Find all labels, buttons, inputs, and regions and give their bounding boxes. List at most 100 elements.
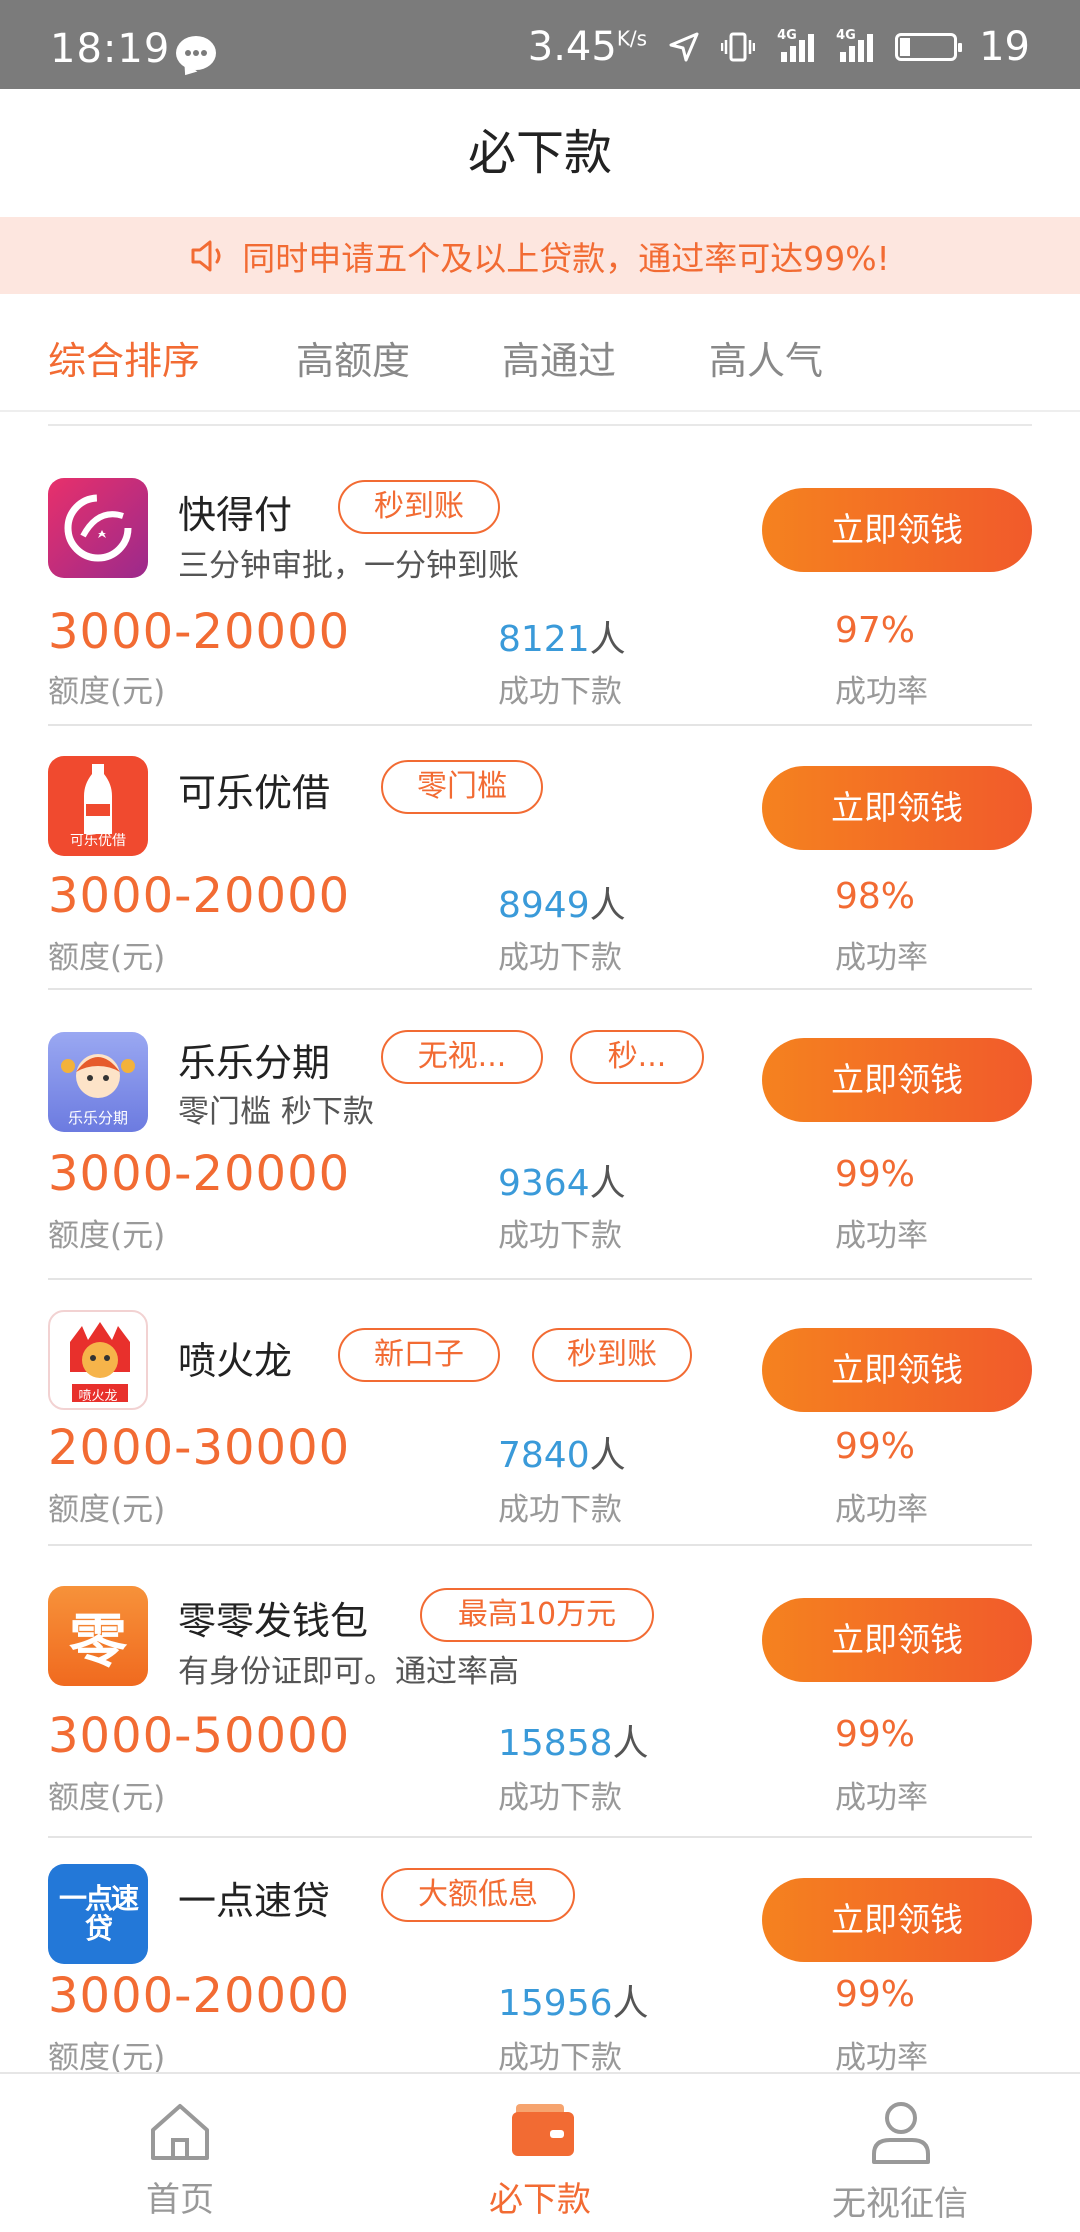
product-name: 零零发钱包 [178,1599,369,1643]
nav-home-label: 首页 [146,2180,214,2220]
location-arrow-icon [669,32,699,62]
count-label: 成功下款 [498,674,622,710]
product-description: 有身份证即可。通过率高 [178,1654,519,1690]
kele-youjie-logo: 可乐优借 [48,756,148,856]
count-label: 成功下款 [498,1218,622,1254]
get-money-button[interactable]: 立即领钱 [762,488,1032,572]
product-tag: 秒到账 [338,480,500,534]
amount-label: 额度(元) [48,1780,166,1816]
get-money-button[interactable]: 立即领钱 [762,1328,1032,1412]
loan-amount: 3000-20000 [48,868,351,924]
count-label: 成功下款 [498,1780,622,1816]
penhuolong-logo: 喷火龙 [48,1310,148,1410]
product-card[interactable]: 可乐优借 可乐优借 零门槛 立即领钱 3000-20000 额度(元) 8949… [48,726,1032,990]
chat-notification-icon [176,36,216,70]
vibrate-icon [721,32,756,62]
product-name: 乐乐分期 [178,1041,331,1085]
product-description: 零门槛 秒下款 [178,1094,374,1130]
product-description: 三分钟审批，一分钟到账 [178,548,519,584]
rate-label: 成功率 [835,940,928,976]
product-name: 喷火龙 [178,1339,293,1383]
loan-amount: 3000-20000 [48,604,351,660]
success-count: 15858人 [498,1723,649,1764]
product-card[interactable]: 零 零零发钱包 最高10万元 有身份证即可。通过率高 立即领钱 3000-500… [48,1546,1032,1838]
loan-amount: 3000-50000 [48,1708,351,1764]
lele-fenqi-logo: 乐乐分期 [48,1032,148,1132]
tab-high-approval[interactable]: 高通过 [502,330,616,385]
user-icon [872,2102,930,2164]
tab-popular[interactable]: 高人气 [709,330,823,385]
loan-amount: 2000-30000 [48,1420,351,1476]
battery-level: 19 [979,24,1030,70]
amount-label: 额度(元) [48,1218,166,1254]
amount-label: 额度(元) [48,1492,166,1528]
amount-label: 额度(元) [48,940,166,976]
speaker-icon [191,240,221,271]
tab-comprehensive[interactable]: 综合排序 [48,330,200,385]
count-label: 成功下款 [498,2040,622,2072]
status-time: 18:19 [50,26,171,72]
rate-label: 成功率 [835,1780,928,1816]
product-tag: 无视... [381,1030,543,1084]
notice-text: 同时申请五个及以上贷款，通过率可达99%! [242,238,890,278]
page-header: 必下款 [0,89,1080,217]
get-money-button[interactable]: 立即领钱 [762,1878,1032,1962]
success-rate: 97% [835,610,916,651]
product-tag: 最高10万元 [420,1588,654,1642]
sort-tabs: 综合排序 高额度 高通过 高人气 [0,294,1080,412]
rate-label: 成功率 [835,674,928,710]
product-tag: 大额低息 [381,1868,575,1922]
page-title: 必下款 [467,125,612,181]
nav-ignore-credit[interactable]: 无视征信 [790,2074,1010,2232]
success-rate: 99% [835,1714,916,1755]
success-rate: 99% [835,1426,916,1467]
notice-bar: 同时申请五个及以上贷款，通过率可达99%! [0,217,1080,294]
count-label: 成功下款 [498,940,622,976]
product-card[interactable]: 喷火龙 喷火龙 新口子 秒到账 立即领钱 2000-30000 额度(元) 78… [48,1280,1032,1546]
network-speed: 3.45K/s [527,24,648,70]
nav-must-lend-label: 必下款 [489,2180,591,2220]
get-money-button[interactable]: 立即领钱 [762,766,1032,850]
nav-ignore-credit-label: 无视征信 [832,2184,968,2224]
success-count: 8121人 [498,619,626,660]
count-label: 成功下款 [498,1492,622,1528]
success-rate: 99% [835,1154,916,1195]
product-list: 快得付 秒到账 三分钟审批，一分钟到账 立即领钱 3000-20000 额度(元… [0,412,1080,2072]
get-money-button[interactable]: 立即领钱 [762,1038,1032,1122]
amount-label: 额度(元) [48,674,166,710]
signal-icon-2: 4G [836,28,874,62]
yidian-sudai-logo: 一点速贷 [48,1864,148,1964]
product-name: 快得付 [178,493,293,537]
product-tag: 秒... [570,1030,704,1084]
product-card[interactable]: 乐乐分期 乐乐分期 无视... 秒... 零门槛 秒下款 立即领钱 3000-2… [48,990,1032,1280]
linglingfa-wallet-logo: 零 [48,1586,148,1686]
success-count: 8949人 [498,885,626,926]
get-money-button[interactable]: 立即领钱 [762,1598,1032,1682]
rate-label: 成功率 [835,2040,928,2072]
tab-high-limit[interactable]: 高额度 [296,330,410,385]
product-card[interactable]: 一点速贷 一点速贷 大额低息 立即领钱 3000-20000 额度(元) 159… [48,1838,1032,2072]
success-count: 15956人 [498,1983,649,2024]
product-name: 一点速贷 [178,1879,331,1923]
product-tag: 零门槛 [381,760,543,814]
nav-must-lend[interactable]: 必下款 [430,2074,650,2232]
product-tag: 秒到账 [532,1328,692,1382]
status-bar: 18:19 3.45K/s 4G 4G 19 [0,0,1080,89]
success-rate: 98% [835,876,916,917]
rate-label: 成功率 [835,1492,928,1528]
loan-amount: 3000-20000 [48,1146,351,1202]
product-name: 可乐优借 [178,771,331,815]
product-card[interactable]: 快得付 秒到账 三分钟审批，一分钟到账 立即领钱 3000-20000 额度(元… [48,424,1032,726]
amount-label: 额度(元) [48,2040,166,2072]
success-count: 7840人 [498,1435,626,1476]
battery-icon [895,33,963,61]
kuaidefu-logo [48,478,148,578]
rate-label: 成功率 [835,1218,928,1254]
signal-icon-1: 4G [777,28,815,62]
success-count: 9364人 [498,1163,626,1204]
product-tag: 新口子 [338,1328,500,1382]
home-icon [151,2104,209,2160]
bottom-navigation: 首页 必下款 无视征信 [0,2072,1080,2232]
loan-amount: 3000-20000 [48,1968,351,2024]
nav-home[interactable]: 首页 [70,2074,290,2232]
